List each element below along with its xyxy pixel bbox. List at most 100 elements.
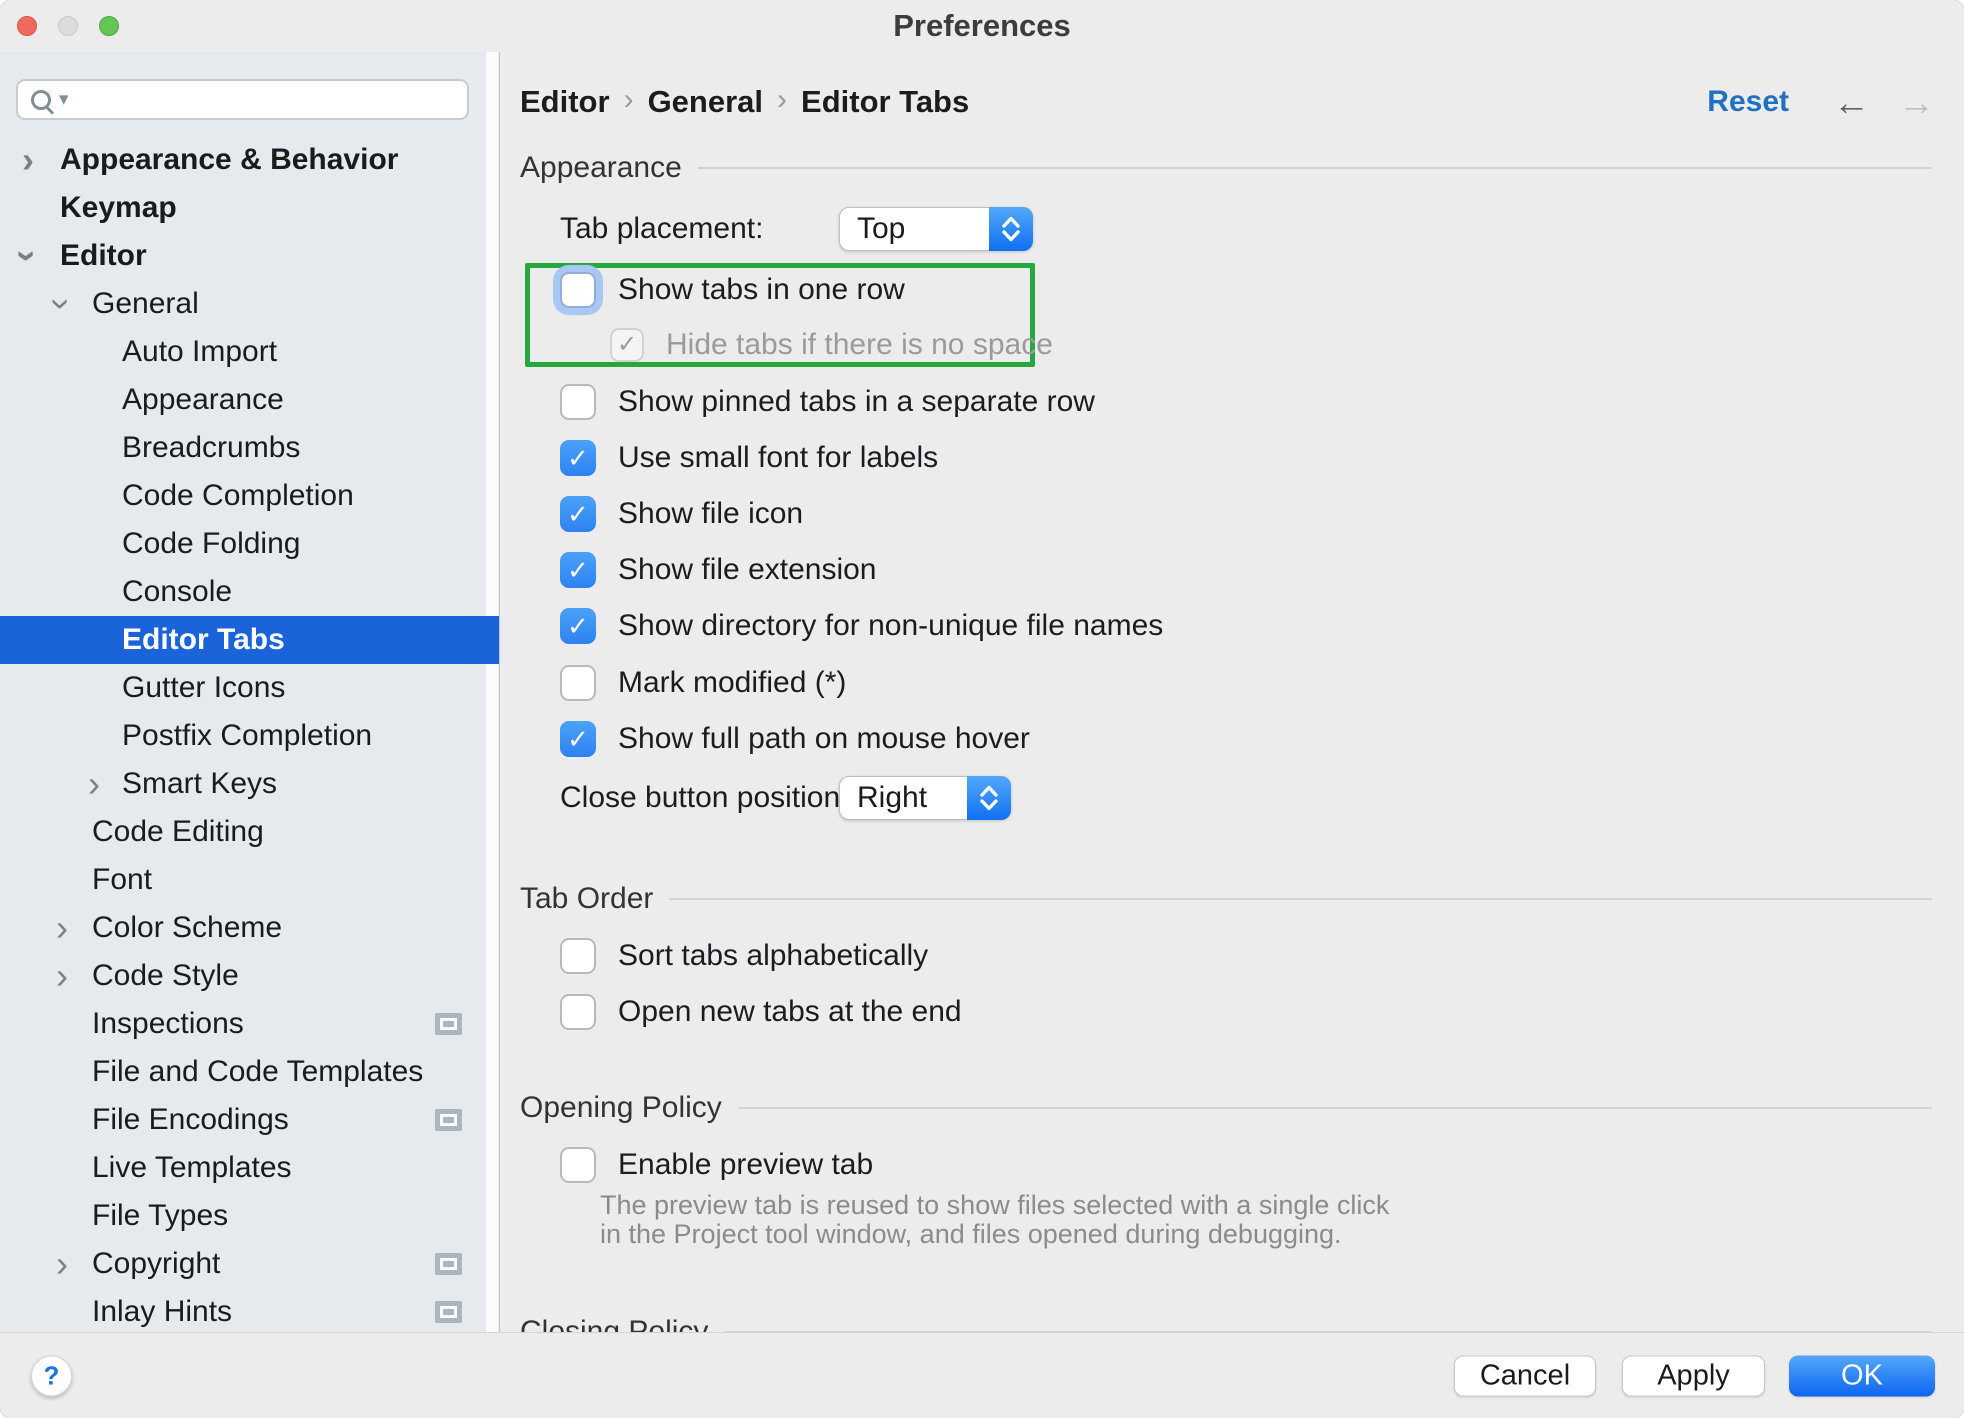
checkbox-icon[interactable]	[560, 608, 596, 644]
sidebar-item-label: File Encodings	[92, 1103, 289, 1137]
sidebar-item-label: Code Style	[92, 959, 239, 993]
cancel-button[interactable]: Cancel	[1454, 1355, 1596, 1396]
sidebar-item-label: Postfix Completion	[122, 719, 372, 753]
breadcrumb: Editor › General › Editor Tabs Reset	[500, 78, 1964, 126]
sidebar-item-label: Font	[92, 863, 152, 897]
sidebar-item-appearance[interactable]: Appearance	[0, 376, 486, 424]
sidebar-item-label: Code Folding	[122, 527, 300, 561]
sidebar-item-inspections[interactable]: Inspections	[0, 1000, 486, 1048]
sidebar-item-file-types[interactable]: File Types	[0, 1192, 486, 1240]
search-input[interactable]	[16, 79, 469, 120]
settings-tree: Appearance & Behavior Keymap Editor Gene…	[0, 136, 486, 1332]
monitor-icon	[435, 1013, 462, 1035]
breadcrumb-separator-icon: ›	[777, 83, 787, 117]
monitor-icon	[435, 1301, 462, 1323]
checkbox-icon[interactable]	[560, 1147, 596, 1183]
checkbox-icon[interactable]	[560, 552, 596, 588]
sidebar-item-gutter-icons[interactable]: Gutter Icons	[0, 664, 486, 712]
sidebar-item-inlay-hints[interactable]: Inlay Hints	[0, 1288, 486, 1332]
sidebar-item-code-style[interactable]: Code Style	[0, 952, 486, 1000]
sidebar-item-postfix-completion[interactable]: Postfix Completion	[0, 712, 486, 760]
preview-tab-description: The preview tab is reused to show files …	[600, 1191, 1389, 1249]
sidebar-item-label: Inspections	[92, 1007, 244, 1041]
enable-preview-tab-checkbox[interactable]: Enable preview tab	[560, 1143, 873, 1187]
close-button-position-select[interactable]: Right	[839, 776, 1011, 820]
help-button[interactable]: ?	[31, 1355, 72, 1396]
sidebar-item-label: General	[92, 287, 199, 321]
sidebar-item-auto-import[interactable]: Auto Import	[0, 328, 486, 376]
tab-order-section-header: Tab Order	[520, 877, 1932, 921]
checkbox-icon[interactable]	[560, 384, 596, 420]
sidebar-scrollbar[interactable]	[486, 52, 498, 1332]
show-file-icon-checkbox[interactable]: Show file icon	[560, 492, 803, 536]
sidebar-item-file-encodings[interactable]: File Encodings	[0, 1096, 486, 1144]
sort-tabs-checkbox[interactable]: Sort tabs alphabetically	[560, 934, 928, 978]
sidebar-item-breadcrumbs[interactable]: Breadcrumbs	[0, 424, 486, 472]
checkbox-icon[interactable]	[560, 721, 596, 757]
breadcrumb-separator-icon: ›	[624, 83, 634, 117]
use-small-font-checkbox[interactable]: Use small font for labels	[560, 436, 938, 480]
breadcrumb-general[interactable]: General	[648, 84, 763, 120]
show-directory-checkbox[interactable]: Show directory for non-unique file names	[560, 604, 1163, 648]
sidebar-item-label: File and Code Templates	[92, 1055, 423, 1089]
sidebar-item-color-scheme[interactable]: Color Scheme	[0, 904, 486, 952]
sidebar-item-console[interactable]: Console	[0, 568, 486, 616]
search-icon	[31, 90, 51, 110]
checkbox-icon[interactable]	[560, 272, 596, 308]
monitor-icon	[435, 1253, 462, 1275]
sidebar-item-smart-keys[interactable]: Smart Keys	[0, 760, 486, 808]
sidebar-item-live-templates[interactable]: Live Templates	[0, 1144, 486, 1192]
sidebar-item-appearance-behavior[interactable]: Appearance & Behavior	[0, 136, 486, 184]
reset-link[interactable]: Reset	[1707, 85, 1789, 119]
sidebar-item-font[interactable]: Font	[0, 856, 486, 904]
tab-placement-label: Tab placement:	[560, 207, 763, 251]
sidebar-item-code-completion[interactable]: Code Completion	[0, 472, 486, 520]
sidebar-item-label: Smart Keys	[122, 767, 277, 801]
tab-placement-select[interactable]: Top	[839, 207, 1033, 251]
sidebar-item-editor[interactable]: Editor	[0, 232, 486, 280]
sidebar-item-file-code-templates[interactable]: File and Code Templates	[0, 1048, 486, 1096]
breadcrumb-editor[interactable]: Editor	[520, 84, 610, 120]
dropdown-arrows-icon	[989, 207, 1033, 251]
closing-policy-section-header: Closing Policy	[520, 1310, 1932, 1332]
mark-modified-checkbox[interactable]: Mark modified (*)	[560, 661, 846, 705]
monitor-icon	[435, 1109, 462, 1131]
back-arrow-icon[interactable]	[1833, 84, 1870, 121]
show-file-extension-checkbox[interactable]: Show file extension	[560, 548, 877, 592]
search-options-chevron-icon[interactable]	[59, 90, 69, 109]
ok-button[interactable]: OK	[1789, 1355, 1935, 1396]
sidebar-item-editor-tabs[interactable]: Editor Tabs	[0, 616, 499, 664]
sidebar-item-code-folding[interactable]: Code Folding	[0, 520, 486, 568]
apply-button[interactable]: Apply	[1622, 1355, 1765, 1396]
sidebar-item-copyright[interactable]: Copyright	[0, 1240, 486, 1288]
sidebar-item-general[interactable]: General	[0, 280, 486, 328]
sidebar-item-label: Editor	[60, 239, 147, 273]
preferences-window: Preferences Appearance & Behavior Keymap…	[0, 0, 1964, 1418]
window-title: Preferences	[0, 0, 1964, 52]
sidebar-item-code-editing[interactable]: Code Editing	[0, 808, 486, 856]
sidebar-item-label: Appearance	[122, 383, 284, 417]
checkbox-icon[interactable]	[560, 440, 596, 476]
show-pinned-tabs-checkbox[interactable]: Show pinned tabs in a separate row	[560, 380, 1095, 424]
sidebar-item-label: Live Templates	[92, 1151, 292, 1185]
checkbox-icon[interactable]	[560, 938, 596, 974]
sidebar-item-label: Breadcrumbs	[122, 431, 300, 465]
checkbox-icon	[610, 328, 644, 362]
sidebar-item-label: Auto Import	[122, 335, 277, 369]
checkbox-icon[interactable]	[560, 665, 596, 701]
sidebar-item-keymap[interactable]: Keymap	[0, 184, 486, 232]
sidebar-item-label: Keymap	[60, 191, 177, 225]
hide-tabs-no-space-checkbox: Hide tabs if there is no space	[610, 325, 1053, 365]
settings-panel: Editor › General › Editor Tabs Reset App…	[500, 52, 1964, 1332]
checkbox-icon[interactable]	[560, 496, 596, 532]
footer-bar: ? Cancel Apply OK	[0, 1332, 1964, 1418]
sidebar-item-label: Copyright	[92, 1247, 220, 1281]
show-tabs-one-row-checkbox[interactable]: Show tabs in one row	[560, 268, 905, 312]
close-button-position-label: Close button position:	[560, 776, 849, 820]
breadcrumb-editor-tabs: Editor Tabs	[801, 84, 969, 120]
show-full-path-checkbox[interactable]: Show full path on mouse hover	[560, 717, 1030, 761]
dropdown-arrows-icon	[967, 776, 1011, 820]
checkbox-icon[interactable]	[560, 994, 596, 1030]
settings-sidebar: Appearance & Behavior Keymap Editor Gene…	[0, 52, 500, 1332]
open-new-tabs-end-checkbox[interactable]: Open new tabs at the end	[560, 990, 962, 1034]
